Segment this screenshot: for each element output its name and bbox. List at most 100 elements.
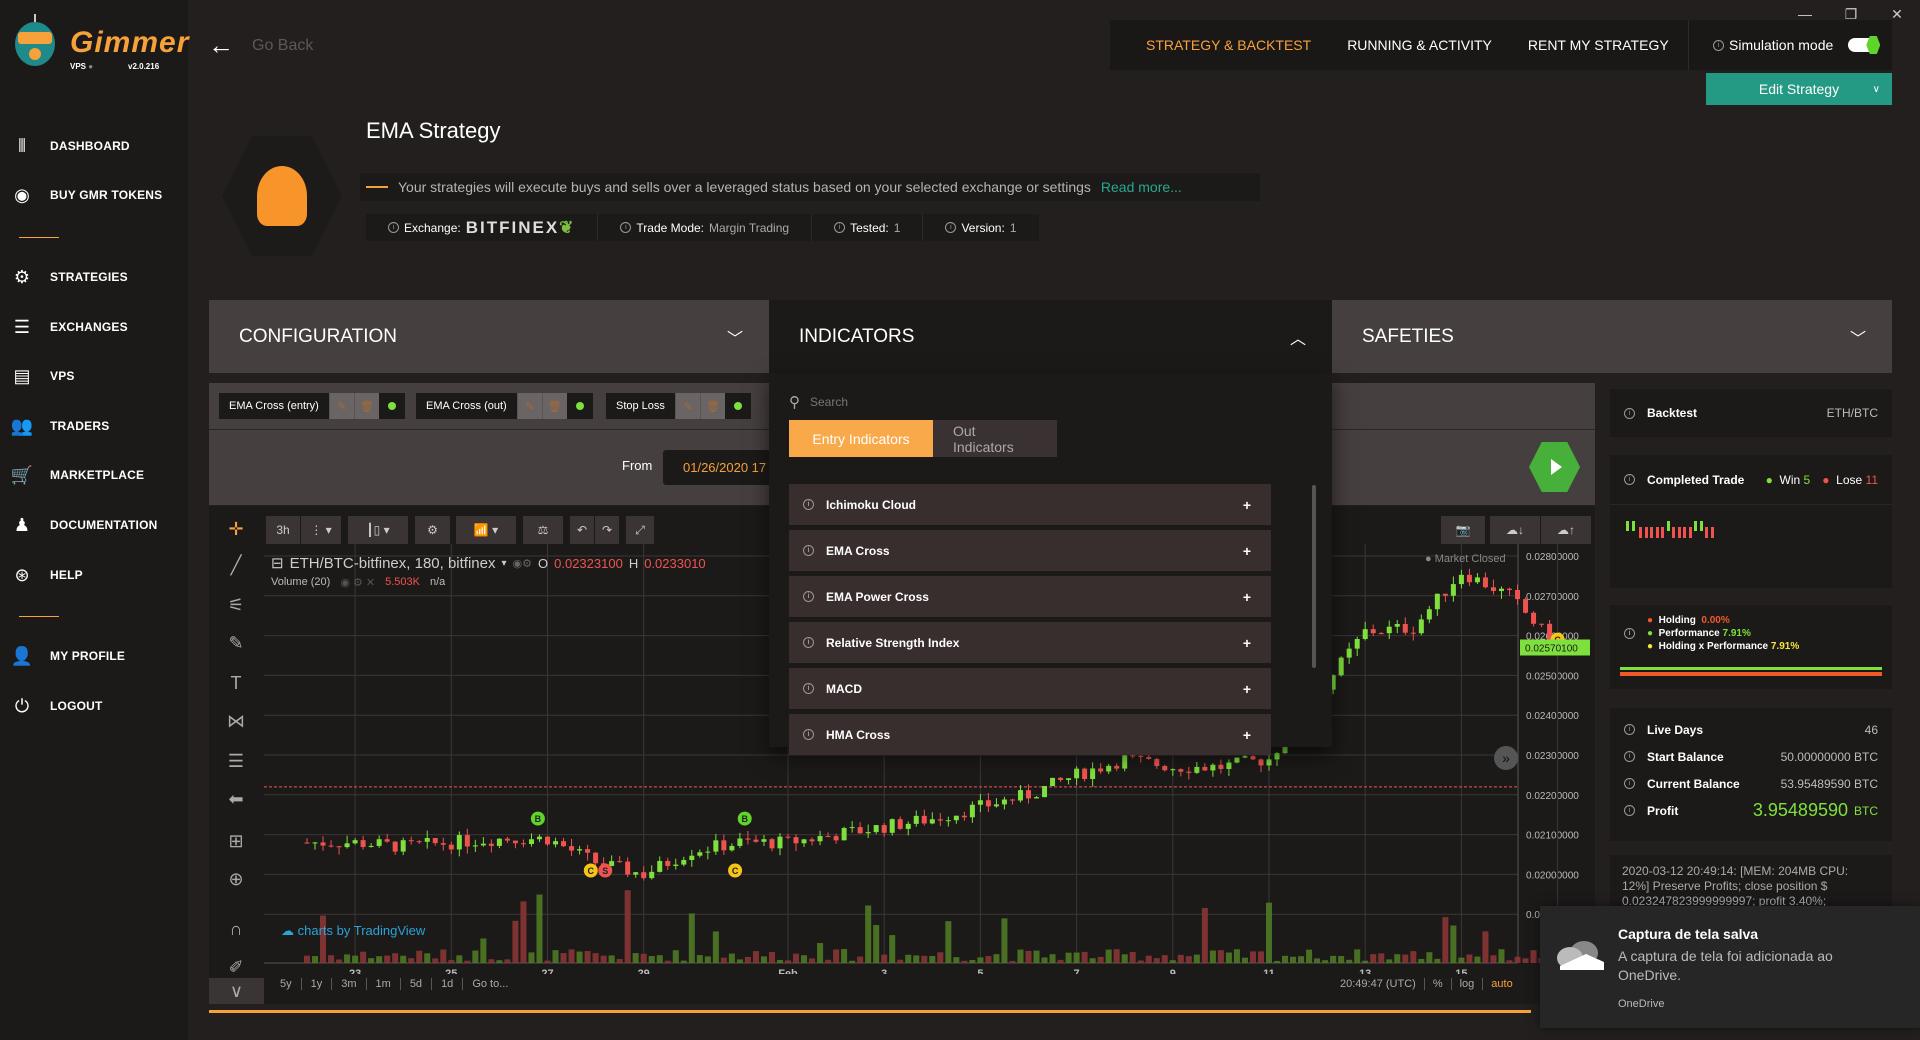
collapse-icon[interactable]: ⊟ bbox=[271, 554, 284, 572]
indicator-item[interactable]: i EMA Cross + bbox=[789, 530, 1271, 571]
read-more-link[interactable]: Read more... bbox=[1101, 179, 1182, 195]
caret-down-icon[interactable]: ▾ bbox=[502, 558, 507, 569]
sidebar-item-buy-gmr-tokens[interactable]: ◉ BUY GMR TOKENS bbox=[10, 180, 162, 210]
text-icon[interactable]: T bbox=[221, 668, 251, 698]
volume-label[interactable]: Volume (20) bbox=[271, 576, 330, 589]
sidebar-item-help[interactable]: ⊛ HELP bbox=[10, 560, 83, 590]
trend-line-icon[interactable]: ╱ bbox=[221, 550, 251, 580]
plus-icon[interactable]: + bbox=[1243, 681, 1251, 697]
plus-icon[interactable]: + bbox=[1243, 589, 1251, 605]
range-1y[interactable]: 1y bbox=[302, 978, 333, 990]
edit-pencil-icon[interactable]: ✎ bbox=[516, 393, 542, 419]
plus-icon[interactable]: + bbox=[1243, 497, 1251, 513]
magnet-icon[interactable]: ∩ bbox=[221, 914, 251, 944]
edit-strategy-button[interactable]: Edit Strategy ∨ bbox=[1706, 73, 1892, 105]
indicator-item[interactable]: i Ichimoku Cloud + bbox=[789, 484, 1271, 525]
compare-scale-icon[interactable]: ⚖ bbox=[523, 516, 563, 544]
log-scale-toggle[interactable]: log bbox=[1452, 978, 1484, 990]
brush-icon[interactable]: ✎ bbox=[221, 628, 251, 658]
prediction-icon[interactable]: ☰ bbox=[221, 746, 251, 776]
scroll-to-latest-button[interactable]: » bbox=[1494, 746, 1518, 770]
percent-scale-toggle[interactable]: % bbox=[1425, 978, 1452, 990]
fib-tool-icon[interactable]: ⚟ bbox=[221, 590, 251, 620]
cloud-upload-icon[interactable]: ☁↑ bbox=[1541, 516, 1591, 544]
sidebar-item-traders[interactable]: 👥 TRADERS bbox=[10, 411, 109, 441]
tab-rent-my-strategy[interactable]: RENT MY STRATEGY bbox=[1528, 37, 1669, 53]
undo-icon[interactable]: ↶ bbox=[570, 516, 594, 544]
chip-label[interactable]: EMA Cross (entry) bbox=[219, 393, 329, 419]
scrollbar[interactable] bbox=[1312, 485, 1316, 668]
crosshair-icon[interactable]: ✛ bbox=[221, 514, 251, 544]
accordion-configuration[interactable]: CONFIGURATION ﹀ bbox=[209, 300, 769, 373]
sidebar-item-strategies[interactable]: ⚙ STRATEGIES bbox=[10, 262, 128, 292]
settings-gear-icon[interactable]: ⚙ bbox=[415, 516, 450, 544]
range-5y[interactable]: 5y bbox=[271, 978, 302, 990]
sidebar-item-vps[interactable]: ▤ VPS bbox=[10, 361, 75, 391]
zoom-in-icon[interactable]: ⊕ bbox=[221, 864, 251, 894]
range-goto[interactable]: Go to... bbox=[463, 978, 517, 990]
search-input[interactable]: Search bbox=[810, 395, 848, 409]
simulation-toggle[interactable] bbox=[1848, 38, 1879, 52]
camera-icon[interactable]: 📷 bbox=[1441, 516, 1485, 544]
auto-scale-toggle[interactable]: auto bbox=[1483, 978, 1520, 990]
from-date-input[interactable]: 01/26/2020 17 bbox=[663, 450, 783, 485]
trash-icon[interactable]: 🗑 bbox=[699, 393, 725, 419]
indicators-icon[interactable]: 📶 ▾ bbox=[456, 516, 516, 544]
pattern-icon[interactable]: ⋈ bbox=[221, 706, 251, 736]
trash-icon[interactable]: 🗑 bbox=[541, 393, 567, 419]
arrow-back-icon[interactable]: ⬅ bbox=[221, 784, 251, 814]
plus-icon[interactable]: + bbox=[1243, 727, 1251, 743]
candle bbox=[881, 825, 887, 833]
fullscreen-icon[interactable]: ⤢ bbox=[626, 516, 654, 544]
sidebar-item-logout[interactable]: ⏻ LOGOUT bbox=[10, 691, 103, 721]
accordion-indicators[interactable]: INDICATORS ︿ bbox=[769, 300, 1332, 373]
tab-entry-indicators[interactable]: Entry Indicators bbox=[789, 420, 933, 457]
sidebar-item-exchanges[interactable]: ☰ EXCHANGES bbox=[10, 312, 128, 342]
candle-style-icon[interactable]: ┃▯ ▾ bbox=[348, 516, 408, 544]
sidebar-item-documentation[interactable]: ♟ DOCUMENTATION bbox=[10, 510, 157, 540]
accordion-safeties[interactable]: SAFETIES ﹀ bbox=[1332, 300, 1892, 373]
sidebar-item-marketplace[interactable]: 🛒 MARKETPLACE bbox=[10, 460, 144, 490]
redo-icon[interactable]: ↷ bbox=[595, 516, 619, 544]
logo[interactable]: Gimmer VPS ● v2.0.216 bbox=[12, 12, 188, 72]
range-5d[interactable]: 5d bbox=[401, 978, 433, 990]
plus-icon[interactable]: + bbox=[1243, 543, 1251, 559]
edit-pencil-icon[interactable]: ✎ bbox=[328, 393, 354, 419]
measure-icon[interactable]: ⊞ bbox=[221, 826, 251, 856]
sidebar-item-my-profile[interactable]: 👤 MY PROFILE bbox=[10, 641, 125, 671]
sidebar-item-dashboard[interactable]: ⫴ DASHBOARD bbox=[10, 131, 130, 161]
tradingview-attribution[interactable]: ☁ charts by TradingView bbox=[281, 923, 425, 939]
interval-button[interactable]: 3h bbox=[266, 516, 300, 544]
candle bbox=[825, 836, 831, 838]
indicator-item[interactable]: i HMA Cross + bbox=[789, 714, 1271, 755]
documentation-icon: ♟ bbox=[13, 514, 31, 535]
info-icon: i bbox=[1624, 628, 1635, 639]
plus-icon[interactable]: + bbox=[1243, 635, 1251, 651]
volume-bar bbox=[408, 958, 415, 963]
edit-pencil-icon[interactable]: ✎ bbox=[674, 393, 700, 419]
indicator-item[interactable]: i Relative Strength Index + bbox=[789, 622, 1271, 663]
chevron-down-icon[interactable]: ∨ bbox=[209, 978, 264, 1004]
chip-label[interactable]: Stop Loss bbox=[606, 393, 675, 419]
range-3m[interactable]: 3m bbox=[332, 978, 367, 990]
chip-label[interactable]: EMA Cross (out) bbox=[416, 393, 517, 419]
tab-out-indicators[interactable]: Out Indicators bbox=[933, 420, 1057, 457]
cloud-download-icon[interactable]: ☁↓ bbox=[1490, 516, 1540, 544]
range-1m[interactable]: 1m bbox=[367, 978, 401, 990]
candle bbox=[761, 839, 767, 842]
candle bbox=[1434, 593, 1440, 610]
tab-running-activity[interactable]: RUNNING & ACTIVITY bbox=[1347, 37, 1492, 53]
more-intervals-icon[interactable]: ⋮ ▾ bbox=[301, 516, 341, 544]
toast-notification[interactable]: Captura de tela salva A captura de tela … bbox=[1540, 906, 1920, 1028]
range-1d[interactable]: 1d bbox=[432, 978, 464, 990]
go-back-button[interactable]: ← Go Back bbox=[208, 30, 313, 61]
volume-actions-icon[interactable]: ◉ ⚙ ✕ bbox=[340, 576, 375, 589]
indicator-item[interactable]: i MACD + bbox=[789, 668, 1271, 709]
chevron-down-icon[interactable]: ∨ bbox=[1873, 84, 1880, 95]
symbol-label[interactable]: ETH/BTC-bitfinex, 180, bitfinex bbox=[290, 555, 496, 572]
indicator-search[interactable]: ⚲ Search bbox=[789, 393, 848, 411]
candle bbox=[817, 836, 823, 842]
trash-icon[interactable]: 🗑 bbox=[353, 393, 379, 419]
indicator-item[interactable]: i EMA Power Cross + bbox=[789, 576, 1271, 617]
tab-strategy-backtest[interactable]: STRATEGY & BACKTEST bbox=[1146, 37, 1311, 53]
